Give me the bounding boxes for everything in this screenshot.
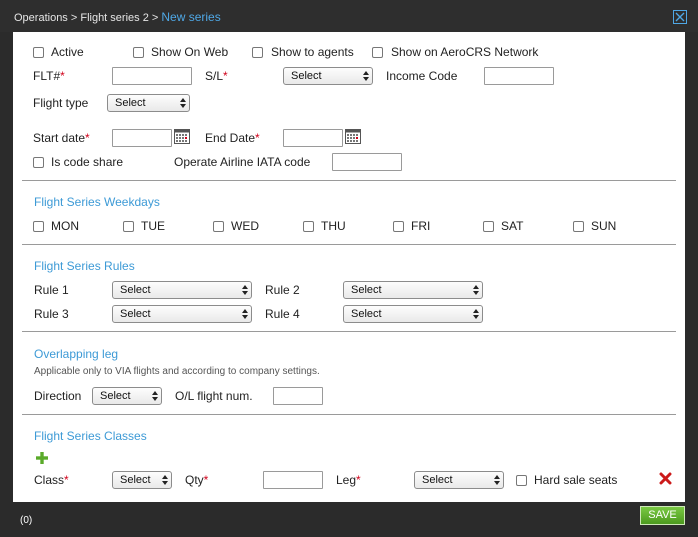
operate-airline-label: Operate Airline IATA code [174, 155, 311, 169]
hard-sale-checkbox[interactable] [516, 475, 527, 486]
ol-flight-num-input[interactable] [273, 387, 323, 405]
weekday-wed-checkbox[interactable] [213, 221, 224, 232]
leg-label: Leg* [336, 473, 361, 487]
show-on-aerocrs-checkbox[interactable] [372, 47, 383, 58]
weekday-sat-checkbox[interactable] [483, 221, 494, 232]
breadcrumb-current: New series [161, 10, 221, 24]
show-on-aerocrs-label: Show on AeroCRS Network [391, 45, 539, 59]
active-checkbox[interactable] [33, 47, 44, 58]
overlapping-note: Applicable only to VIA flights and accor… [34, 366, 320, 377]
rule-1-select[interactable]: Select [112, 281, 252, 299]
weekday-thu-label: THU [321, 219, 346, 233]
divider [22, 244, 676, 245]
rule-4-label: Rule 4 [265, 307, 300, 321]
calendar-icon[interactable] [345, 129, 361, 144]
qty-input[interactable] [263, 471, 323, 489]
weekday-tue-checkbox[interactable] [123, 221, 134, 232]
rule-1-label: Rule 1 [34, 283, 69, 297]
income-code-label: Income Code [386, 69, 458, 83]
active-label: Active [51, 45, 84, 59]
overlapping-title: Overlapping leg [34, 347, 119, 361]
flt-input[interactable] [112, 67, 192, 85]
direction-select[interactable]: Select [92, 387, 162, 405]
income-code-input[interactable] [484, 67, 554, 85]
divider [22, 331, 676, 332]
qty-label: Qty* [185, 473, 209, 487]
weekday-wed-label: WED [231, 219, 259, 233]
breadcrumb: Operations > Flight series 2 > New serie… [14, 10, 221, 24]
record-count: (0) [20, 515, 33, 526]
weekday-mon-checkbox[interactable] [33, 221, 44, 232]
save-button[interactable]: SAVE [640, 506, 685, 525]
code-share-label: Is code share [51, 155, 124, 169]
code-share-checkbox[interactable] [33, 157, 44, 168]
breadcrumb-trail: Operations > Flight series 2 > [14, 12, 162, 24]
show-to-agents-label: Show to agents [271, 45, 354, 59]
weekday-sat-label: SAT [501, 219, 524, 233]
show-on-web-label: Show On Web [151, 45, 229, 59]
close-button[interactable] [673, 10, 687, 24]
rule-2-select[interactable]: Select [343, 281, 483, 299]
class-select[interactable]: Select [112, 471, 172, 489]
new-series-form: Active Show On Web Show to agents Show o… [13, 32, 685, 502]
calendar-icon[interactable] [174, 129, 190, 144]
rules-title: Flight Series Rules [34, 259, 135, 273]
direction-label: Direction [34, 389, 82, 403]
ol-flight-num-label: O/L flight num. [175, 389, 253, 403]
weekday-sun-checkbox[interactable] [573, 221, 584, 232]
divider [22, 180, 676, 181]
start-date-input[interactable] [112, 129, 172, 147]
hard-sale-label: Hard sale seats [534, 473, 618, 487]
show-to-agents-checkbox[interactable] [252, 47, 263, 58]
sl-select[interactable]: Select [283, 67, 373, 85]
flt-label: FLT#* [33, 69, 65, 83]
weekdays-title: Flight Series Weekdays [34, 195, 160, 209]
rule-2-label: Rule 2 [265, 283, 300, 297]
plus-icon[interactable] [36, 452, 48, 464]
operate-airline-input[interactable] [332, 153, 402, 171]
rule-3-label: Rule 3 [34, 307, 69, 321]
divider [22, 414, 676, 415]
leg-select[interactable]: Select [414, 471, 504, 489]
x-icon[interactable] [659, 472, 672, 485]
weekday-sun-label: SUN [591, 219, 617, 233]
start-date-label: Start date* [33, 131, 90, 145]
sl-label: S/L* [205, 69, 228, 83]
flight-type-select[interactable]: Select [107, 94, 190, 112]
rule-4-select[interactable]: Select [343, 305, 483, 323]
classes-title: Flight Series Classes [34, 429, 147, 443]
weekday-tue-label: TUE [141, 219, 165, 233]
show-on-web-checkbox[interactable] [133, 47, 144, 58]
weekday-thu-checkbox[interactable] [303, 221, 314, 232]
class-label: Class* [34, 473, 69, 487]
end-date-label: End Date* [205, 131, 260, 145]
weekday-fri-label: FRI [411, 219, 431, 233]
end-date-input[interactable] [283, 129, 343, 147]
weekday-mon-label: MON [51, 219, 79, 233]
rule-3-select[interactable]: Select [112, 305, 252, 323]
flight-type-label: Flight type [33, 96, 89, 110]
close-icon [675, 12, 685, 22]
weekday-fri-checkbox[interactable] [393, 221, 404, 232]
dialog-header: Operations > Flight series 2 > New serie… [0, 0, 698, 32]
